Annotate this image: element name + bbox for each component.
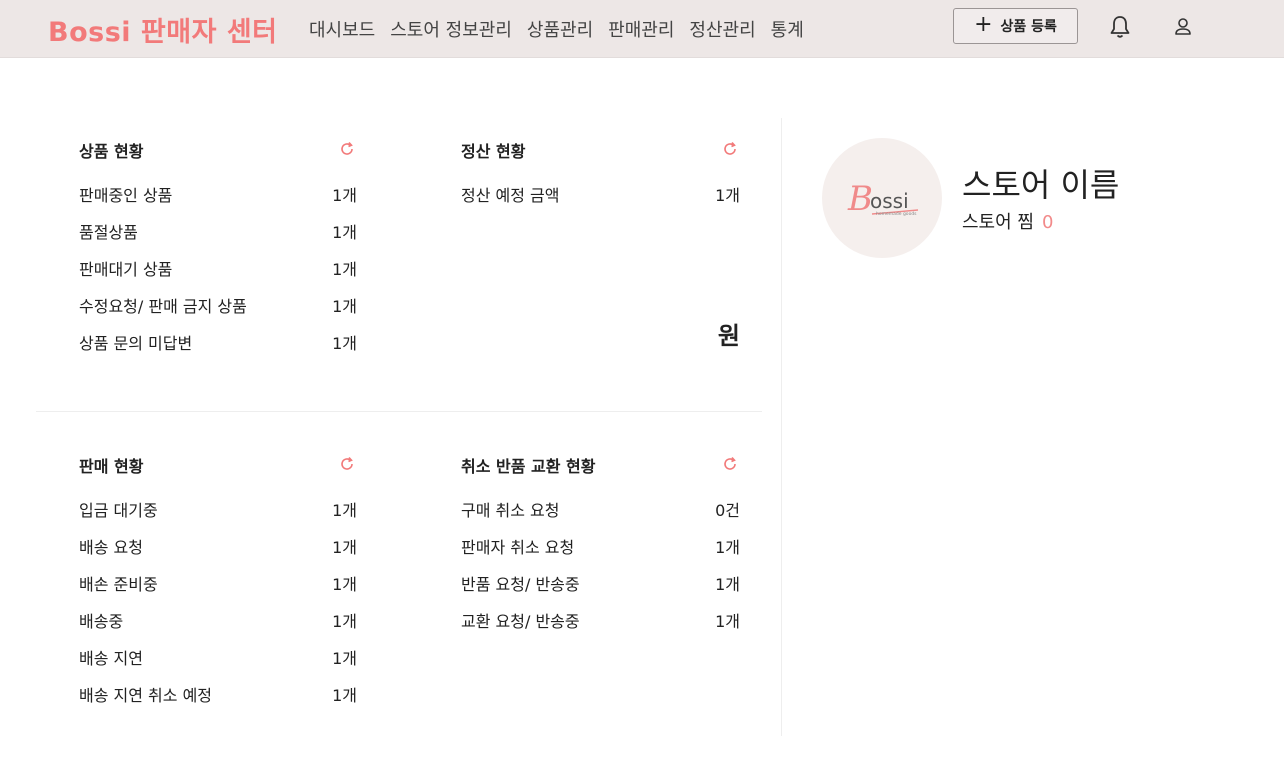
top-navigation-bar: Bossi 판매자 센터 대시보드 스토어 정보관리 상품관리 판매관리 정산관… — [0, 0, 1284, 58]
product-row-value[interactable]: 1개 — [297, 330, 357, 354]
cancel-row-label: 반품 요청/ 반송중 — [461, 575, 580, 594]
cancel-row-label: 판매자 취소 요청 — [461, 538, 575, 557]
nav-statistics[interactable]: 통계 — [771, 16, 804, 42]
cancel-status-title: 취소 반품 교환 현황 — [461, 457, 596, 476]
cancel-row-label: 교환 요청/ 반송중 — [461, 612, 580, 631]
product-row-label: 판매중인 상품 — [79, 186, 173, 205]
register-product-label: 상품 등록 — [1000, 19, 1057, 35]
refresh-icon[interactable] — [721, 140, 739, 158]
brand-logo[interactable]: Bossi 판매자 센터 — [48, 10, 278, 49]
product-row-label: 품절상품 — [79, 223, 138, 242]
store-logo-sub: homemade goods — [876, 211, 917, 217]
product-row-value[interactable]: 1개 — [297, 219, 357, 243]
store-like-count: 0 — [1041, 212, 1054, 233]
product-row-value[interactable]: 1개 — [297, 256, 357, 280]
sales-row-label: 배송 지연 — [79, 649, 143, 668]
store-like-label: 스토어 찜 — [962, 212, 1034, 233]
sales-row-label: 배송중 — [79, 612, 124, 631]
nav-products[interactable]: 상품관리 — [527, 16, 593, 42]
sales-row-value[interactable]: 1개 — [297, 497, 357, 521]
plus-icon: + — [974, 12, 993, 37]
product-row-value[interactable]: 1개 — [297, 182, 357, 206]
store-like: 스토어 찜 0 — [962, 208, 1053, 234]
sales-row-value[interactable]: 1개 — [297, 608, 357, 632]
sales-status-title: 판매 현황 — [79, 457, 144, 476]
settlement-row-label: 정산 예정 금액 — [461, 186, 560, 205]
refresh-icon[interactable] — [338, 455, 356, 473]
refresh-icon[interactable] — [721, 455, 739, 473]
cancel-row-value[interactable]: 1개 — [680, 571, 740, 595]
cancel-row-value[interactable]: 1개 — [680, 534, 740, 558]
nav-sales[interactable]: 판매관리 — [608, 16, 674, 42]
product-row-label: 판매대기 상품 — [79, 260, 173, 279]
section-divider — [36, 411, 762, 412]
sales-row-value[interactable]: 1개 — [297, 534, 357, 558]
sales-row-label: 배송 지연 취소 예정 — [79, 686, 213, 705]
sales-row-label: 배손 준비중 — [79, 575, 158, 594]
cancel-row-label: 구매 취소 요청 — [461, 501, 560, 520]
product-row-value[interactable]: 1개 — [297, 293, 357, 317]
store-logo-word: ossi — [870, 189, 909, 213]
register-product-button[interactable]: + 상품 등록 — [953, 8, 1078, 44]
cancel-row-value[interactable]: 1개 — [680, 608, 740, 632]
refresh-icon[interactable] — [338, 140, 356, 158]
main-nav: 대시보드 스토어 정보관리 상품관리 판매관리 정산관리 통계 — [309, 16, 804, 42]
settlement-status-title: 정산 현황 — [461, 142, 526, 161]
product-status-title: 상품 현황 — [79, 142, 144, 161]
nav-settlement[interactable]: 정산관리 — [689, 16, 755, 42]
product-row-label: 수정요청/ 판매 금지 상품 — [79, 297, 247, 316]
settlement-total-unit: 원 — [717, 322, 740, 350]
nav-dashboard[interactable]: 대시보드 — [309, 16, 375, 42]
product-row-label: 상품 문의 미답변 — [79, 334, 193, 353]
nav-store-info[interactable]: 스토어 정보관리 — [390, 16, 512, 42]
sales-row-label: 입금 대기중 — [79, 501, 158, 520]
cancel-row-value[interactable]: 0건 — [680, 497, 740, 521]
settlement-row-value[interactable]: 1개 — [680, 182, 740, 206]
store-logo[interactable]: B ossi homemade goods — [822, 138, 942, 258]
column-divider — [781, 118, 782, 736]
sales-row-value[interactable]: 1개 — [297, 682, 357, 706]
sales-row-label: 배송 요청 — [79, 538, 143, 557]
bell-icon[interactable] — [1107, 14, 1133, 40]
store-name: 스토어 이름 — [962, 166, 1120, 204]
sales-row-value[interactable]: 1개 — [297, 645, 357, 669]
user-icon[interactable] — [1170, 14, 1196, 40]
sales-row-value[interactable]: 1개 — [297, 571, 357, 595]
